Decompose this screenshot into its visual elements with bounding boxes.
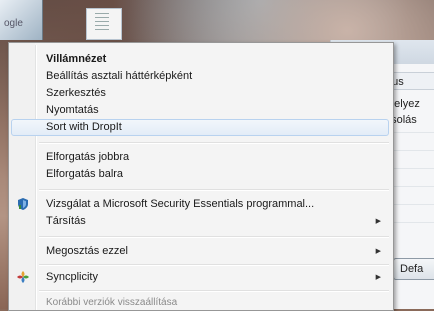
menu-separator (39, 236, 389, 238)
menu-item-restore-versions[interactable]: Korábbi verziók visszaállítása (11, 294, 389, 311)
menu-item-rotate-right[interactable]: Elforgatás jobbra (11, 149, 389, 166)
menu-item-rotate-left[interactable]: Elforgatás balra (11, 166, 389, 183)
menu-item-label: Társítás (46, 215, 86, 227)
submenu-arrow-icon: ▶ (375, 274, 381, 281)
menu-separator (39, 264, 389, 266)
context-menu: Villámnézet Beállítás asztali háttérképk… (8, 42, 394, 311)
syncplicity-icon (16, 270, 30, 284)
document-thumbnail[interactable] (86, 8, 122, 40)
menu-separator (39, 189, 389, 191)
menu-item-label: Nyomtatás (46, 104, 99, 116)
menu-item-label: Vizsgálat a Microsoft Security Essential… (46, 198, 315, 210)
thumbnail-label: ogle (4, 18, 23, 29)
menu-item-sort-with-dropit[interactable]: Sort with DropIt (11, 119, 389, 136)
menu-item-print[interactable]: Nyomtatás (11, 102, 389, 119)
menu-item-label: Villámnézet (46, 53, 107, 65)
menu-item-label: Sort with DropIt (46, 121, 122, 133)
file-thumbnail[interactable]: ogle (0, 0, 43, 40)
menu-separator (39, 290, 389, 292)
submenu-arrow-icon: ▶ (375, 248, 381, 255)
document-lines (95, 13, 109, 33)
menu-item-syncplicity[interactable]: Syncplicity ▶ (11, 269, 389, 286)
menu-item-set-wallpaper[interactable]: Beállítás asztali háttérképként (11, 68, 389, 85)
menu-item-label: Szerkesztés (46, 87, 106, 99)
menu-separator (39, 142, 389, 144)
security-essentials-icon (16, 197, 30, 211)
menu-item-label: Syncplicity (46, 271, 98, 283)
default-button[interactable]: Defa (393, 258, 434, 280)
menu-item-share-with[interactable]: Megosztás ezzel ▶ (11, 243, 389, 260)
menu-item-security-scan[interactable]: Vizsgálat a Microsoft Security Essential… (11, 196, 389, 213)
menu-item-label: Elforgatás balra (46, 168, 124, 180)
menu-item-label: Megosztás ezzel (46, 245, 128, 257)
submenu-arrow-icon: ▶ (375, 218, 381, 225)
menu-item-label: Beállítás asztali háttérképként (46, 70, 193, 82)
menu-item-edit[interactable]: Szerkesztés (11, 85, 389, 102)
menu-item-associate[interactable]: Társítás ▶ (11, 213, 389, 230)
menu-item-label: Elforgatás jobbra (46, 151, 130, 163)
menu-item-preview[interactable]: Villámnézet (11, 51, 389, 68)
menu-item-label: Korábbi verziók visszaállítása (46, 297, 178, 308)
